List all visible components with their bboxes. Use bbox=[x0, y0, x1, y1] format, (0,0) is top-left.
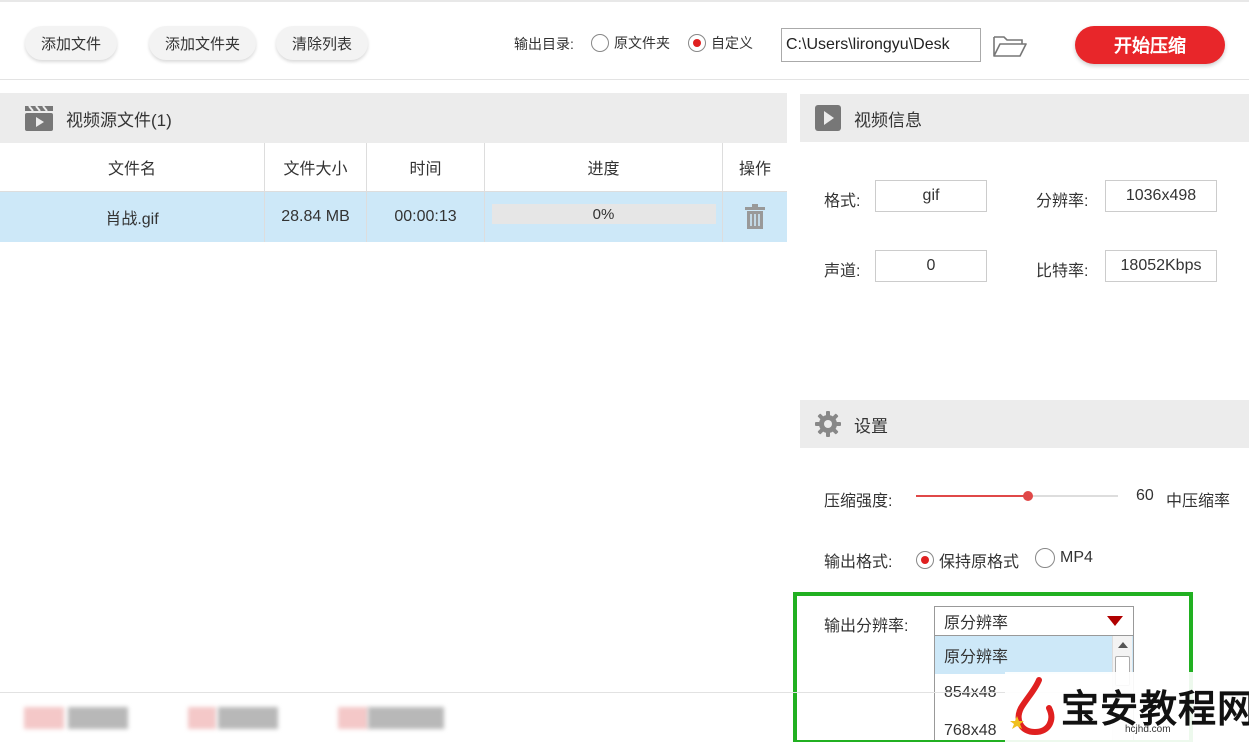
source-files-title: 视频源文件(1) bbox=[66, 110, 172, 130]
bitrate-field: 18052Kbps bbox=[1105, 250, 1217, 282]
blurred-icon bbox=[24, 707, 64, 729]
progress-bar: 0% bbox=[491, 204, 716, 224]
column-header-size: 文件大小 bbox=[265, 143, 367, 191]
compress-strength-label: 压缩强度: bbox=[824, 493, 893, 510]
compress-strength-desc: 中压缩率 bbox=[1166, 493, 1231, 510]
slider-knob[interactable] bbox=[1023, 491, 1033, 501]
scroll-up-icon[interactable] bbox=[1118, 642, 1128, 648]
radio-original-folder[interactable]: 原文件夹 bbox=[591, 33, 670, 53]
file-time-cell: 00:00:13 bbox=[367, 192, 485, 242]
column-header-actions: 操作 bbox=[738, 161, 771, 178]
dropdown-arrow-icon[interactable] bbox=[1107, 616, 1123, 626]
file-progress-cell: 0% bbox=[485, 192, 723, 242]
slider-fill bbox=[916, 495, 1028, 497]
source-files-header: 视频源文件(1) bbox=[0, 93, 787, 143]
channel-field: 0 bbox=[875, 250, 987, 282]
add-folder-button[interactable]: 添加文件夹 bbox=[149, 26, 257, 60]
add-file-button[interactable]: 添加文件 bbox=[25, 26, 118, 60]
video-info-title: 视频信息 bbox=[854, 110, 922, 130]
settings-title: 设置 bbox=[854, 416, 888, 436]
output-resolution-select[interactable]: 原分辨率 bbox=[934, 606, 1134, 636]
format-label: 格式: bbox=[824, 193, 861, 210]
resolution-label: 分辨率: bbox=[1036, 193, 1089, 210]
column-header-time: 时间 bbox=[367, 143, 485, 191]
watermark-logo-icon bbox=[1010, 677, 1055, 736]
bitrate-label: 比特率: bbox=[1036, 263, 1089, 280]
radio-on-icon bbox=[688, 34, 706, 52]
video-play-icon bbox=[815, 105, 841, 131]
output-path-input[interactable]: C:\Users\lirongyu\Desk bbox=[781, 28, 981, 62]
output-dir-label: 输出目录: bbox=[514, 36, 574, 52]
radio-keep-format[interactable]: 保持原格式 bbox=[916, 548, 1019, 572]
folder-open-icon[interactable] bbox=[992, 34, 1028, 58]
site-watermark: 宝安教程网 hcjhd.com bbox=[1005, 672, 1249, 742]
radio-off-icon bbox=[1035, 548, 1055, 568]
video-clapper-icon bbox=[25, 105, 53, 131]
file-table: 文件名 文件大小 时间 进度 操作 肖战.gif 28.84 MB 00:00:… bbox=[0, 143, 787, 242]
format-field: gif bbox=[875, 180, 987, 212]
blurred-text bbox=[68, 707, 128, 729]
column-header-progress: 进度 bbox=[485, 143, 723, 191]
trash-icon[interactable] bbox=[744, 204, 766, 230]
radio-mp4[interactable]: MP4 bbox=[1035, 548, 1093, 568]
table-header: 文件名 文件大小 时间 进度 操作 bbox=[0, 143, 787, 192]
start-compress-button[interactable]: 开始压缩 bbox=[1075, 26, 1225, 64]
select-value: 原分辨率 bbox=[944, 615, 1009, 632]
output-resolution-label: 输出分辨率: bbox=[824, 618, 909, 635]
radio-off-icon bbox=[591, 34, 609, 52]
video-info-header: 视频信息 bbox=[800, 94, 1249, 142]
gear-icon bbox=[815, 411, 841, 437]
file-actions-cell bbox=[723, 192, 787, 242]
channel-label: 声道: bbox=[824, 263, 861, 280]
blurred-text bbox=[218, 707, 278, 729]
compress-strength-value: 60 bbox=[1136, 487, 1154, 504]
watermark-url: hcjhd.com bbox=[1125, 724, 1171, 735]
file-size-cell: 28.84 MB bbox=[265, 192, 367, 242]
toolbar: 添加文件 添加文件夹 清除列表 输出目录: 原文件夹 自定义 C:\Users\… bbox=[0, 0, 1249, 80]
file-name-cell: 肖战.gif bbox=[0, 192, 265, 242]
progress-text: 0% bbox=[592, 205, 615, 223]
clear-list-button[interactable]: 清除列表 bbox=[276, 26, 369, 60]
blurred-icon bbox=[338, 707, 368, 729]
radio-custom-folder[interactable]: 自定义 bbox=[688, 33, 753, 53]
column-header-filename: 文件名 bbox=[0, 143, 265, 191]
output-format-label: 输出格式: bbox=[824, 554, 893, 571]
dropdown-option[interactable]: 原分辨率 bbox=[935, 636, 1133, 674]
radio-on-icon bbox=[916, 551, 934, 569]
blurred-text bbox=[368, 707, 444, 729]
resolution-field: 1036x498 bbox=[1105, 180, 1217, 212]
table-row[interactable]: 肖战.gif 28.84 MB 00:00:13 0% bbox=[0, 192, 787, 242]
blurred-icon bbox=[188, 707, 216, 729]
settings-header: 设置 bbox=[800, 400, 1249, 448]
compress-strength-slider[interactable] bbox=[916, 491, 1118, 501]
